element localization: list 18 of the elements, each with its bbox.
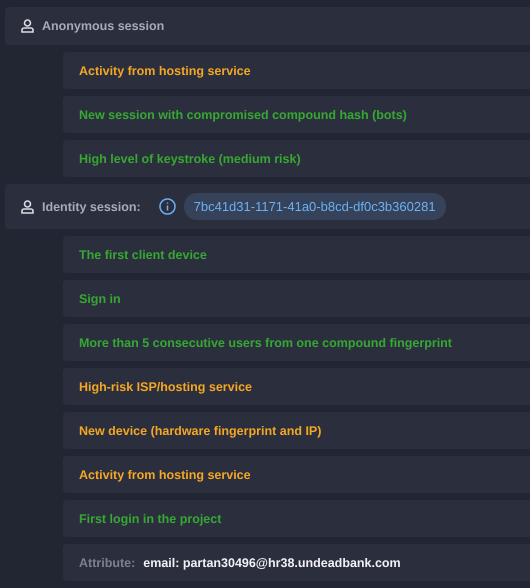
event-text: New device (hardware fingerprint and IP) bbox=[79, 424, 322, 438]
event-text: First login in the project bbox=[79, 512, 222, 526]
attribute-value: email: partan30496@hr38.undeadbank.com bbox=[143, 556, 401, 570]
session-id-chip: 7bc41d31-1171-41a0-b8cd-df0c3b360281 bbox=[184, 193, 446, 220]
event-text: High level of keystroke (medium risk) bbox=[79, 152, 301, 166]
event-text: More than 5 consecutive users from one compound fingerprint bbox=[79, 336, 452, 350]
event-text: Activity from hosting service bbox=[79, 64, 251, 78]
info-icon[interactable] bbox=[158, 198, 176, 215]
event-text: High-risk ISP/hosting service bbox=[79, 380, 252, 394]
attribute-label: Attribute: bbox=[79, 556, 136, 570]
event-text: The first client device bbox=[79, 248, 207, 262]
session-title: Anonymous session bbox=[42, 19, 164, 33]
event-text: Activity from hosting service bbox=[79, 468, 251, 482]
event-text: Sign in bbox=[79, 292, 121, 306]
event-text: New session with compromised compound hash (bots) bbox=[79, 108, 407, 122]
person-icon bbox=[21, 19, 34, 33]
session-title: Identity session: bbox=[42, 200, 141, 214]
person-icon bbox=[21, 200, 34, 214]
